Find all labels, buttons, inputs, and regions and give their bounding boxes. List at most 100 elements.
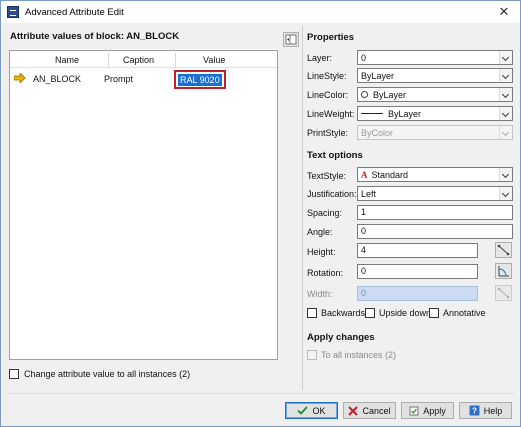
- color-swatch-icon: [361, 91, 368, 98]
- pick-distance-icon: [497, 244, 510, 256]
- chevron-down-icon[interactable]: [499, 69, 512, 82]
- checkmark-icon: [297, 406, 309, 415]
- linecolor-select[interactable]: ByLayer: [357, 87, 513, 102]
- justification-label: Justification:: [307, 189, 357, 199]
- lineweight-sample-icon: [361, 113, 383, 114]
- column-header-caption[interactable]: Caption: [123, 55, 154, 65]
- angle-input[interactable]: 0: [357, 224, 513, 239]
- value-selected-text[interactable]: RAL 9020: [178, 74, 222, 86]
- pick-rotation-button[interactable]: [495, 263, 512, 279]
- pick-distance-icon: [497, 287, 510, 299]
- properties-heading: Properties: [307, 32, 354, 43]
- all-instances-checkbox: [307, 350, 317, 360]
- layer-label: Layer:: [307, 53, 333, 63]
- pick-width-button: [495, 285, 512, 301]
- ok-label: OK: [312, 405, 326, 416]
- chevron-down-icon[interactable]: [499, 88, 512, 101]
- chevron-down-icon: [499, 126, 512, 139]
- cancel-label: Cancel: [362, 405, 391, 416]
- spacing-label: Spacing:: [307, 208, 343, 218]
- rotation-label: Rotation:: [307, 268, 344, 278]
- annotative-checkbox-row[interactable]: Annotative: [429, 308, 486, 318]
- annotative-label: Annotative: [443, 308, 486, 318]
- column-separator: [108, 53, 109, 67]
- lineweight-label: LineWeight:: [307, 109, 355, 119]
- row-caption-cell: Prompt: [104, 74, 134, 84]
- svg-text:?: ?: [472, 407, 477, 416]
- toggle-panel-button[interactable]: [283, 32, 299, 47]
- layer-value: 0: [361, 52, 367, 63]
- panel-divider[interactable]: [302, 26, 303, 390]
- value-edit-field[interactable]: RAL 9020: [174, 70, 226, 89]
- column-separator: [175, 53, 176, 67]
- upside-down-checkbox[interactable]: [365, 308, 375, 318]
- help-icon: ?: [469, 405, 480, 416]
- textstyle-select[interactable]: A Standard: [357, 167, 513, 182]
- apply-changes-heading: Apply changes: [307, 332, 375, 343]
- apply-label: Apply: [423, 405, 446, 416]
- button-separator: [9, 393, 514, 394]
- chevron-down-icon[interactable]: [499, 187, 512, 200]
- layer-select[interactable]: 0: [357, 50, 513, 65]
- chevron-down-icon[interactable]: [499, 51, 512, 64]
- printstyle-select: ByColor: [357, 125, 513, 140]
- attribute-values-heading: Attribute values of block: AN_BLOCK: [10, 31, 180, 42]
- ok-button[interactable]: OK: [285, 402, 338, 419]
- justification-select[interactable]: Left: [357, 186, 513, 201]
- all-instances-label: To all instances (2): [321, 350, 397, 360]
- block-attribute-icon: [7, 6, 19, 18]
- height-input[interactable]: 4: [357, 243, 478, 258]
- cancel-x-icon: [348, 405, 359, 416]
- help-label: Help: [483, 405, 503, 416]
- width-input: 0: [357, 286, 478, 301]
- linestyle-label: LineStyle:: [307, 71, 347, 81]
- annotative-checkbox[interactable]: [429, 308, 439, 318]
- apply-button[interactable]: Apply: [401, 402, 454, 419]
- textstyle-value: Standard: [371, 169, 409, 180]
- change-all-checkbox-row[interactable]: Change attribute value to all instances …: [9, 369, 190, 379]
- arrow-right-icon: [14, 73, 26, 83]
- backwards-label: Backwards: [321, 308, 366, 318]
- lineweight-value: ByLayer: [388, 108, 422, 119]
- pick-height-button[interactable]: [495, 242, 512, 258]
- linecolor-label: LineColor:: [307, 90, 349, 100]
- height-label: Height:: [307, 247, 336, 257]
- text-style-icon: A: [361, 169, 368, 180]
- lineweight-select[interactable]: ByLayer: [357, 106, 513, 121]
- textstyle-label: TextStyle:: [307, 171, 347, 181]
- window-title: Advanced Attribute Edit: [25, 6, 124, 18]
- rotation-input[interactable]: 0: [357, 264, 478, 279]
- attribute-table: Name Caption Value AN_BLOCK Prompt RAL 9…: [9, 50, 278, 360]
- table-row[interactable]: AN_BLOCK Prompt RAL 9020: [10, 68, 277, 89]
- panel-toggle-icon: [285, 34, 297, 45]
- chevron-down-icon[interactable]: [499, 107, 512, 120]
- text-options-heading: Text options: [307, 150, 363, 161]
- backwards-checkbox-row[interactable]: Backwards: [307, 308, 365, 318]
- printstyle-label: PrintStyle:: [307, 128, 349, 138]
- printstyle-value: ByColor: [361, 127, 394, 138]
- apply-icon: [409, 406, 419, 415]
- change-all-label: Change attribute value to all instances …: [24, 369, 191, 379]
- table-header: Name Caption Value: [10, 51, 277, 68]
- linecolor-value: ByLayer: [373, 89, 407, 100]
- justification-value: Left: [361, 188, 377, 199]
- angle-label: Angle:: [307, 227, 333, 237]
- linestyle-value: ByLayer: [361, 70, 395, 81]
- upside-down-checkbox-row[interactable]: Upside down: [365, 308, 431, 318]
- pick-angle-icon: [498, 266, 509, 277]
- change-all-checkbox[interactable]: [9, 369, 19, 379]
- close-button[interactable]: ✕: [496, 4, 512, 20]
- upside-down-label: Upside down: [379, 308, 432, 318]
- all-instances-checkbox-row: To all instances (2): [307, 350, 396, 360]
- cancel-button[interactable]: Cancel: [343, 402, 396, 419]
- width-label: Width:: [307, 289, 333, 299]
- column-header-name[interactable]: Name: [55, 55, 79, 65]
- backwards-checkbox[interactable]: [307, 308, 317, 318]
- row-name-cell: AN_BLOCK: [33, 74, 82, 84]
- title-bar: Advanced Attribute Edit ✕: [1, 1, 520, 23]
- help-button[interactable]: ? Help: [459, 402, 512, 419]
- linestyle-select[interactable]: ByLayer: [357, 68, 513, 83]
- chevron-down-icon[interactable]: [499, 168, 512, 181]
- spacing-input[interactable]: 1: [357, 205, 513, 220]
- column-header-value[interactable]: Value: [203, 55, 225, 65]
